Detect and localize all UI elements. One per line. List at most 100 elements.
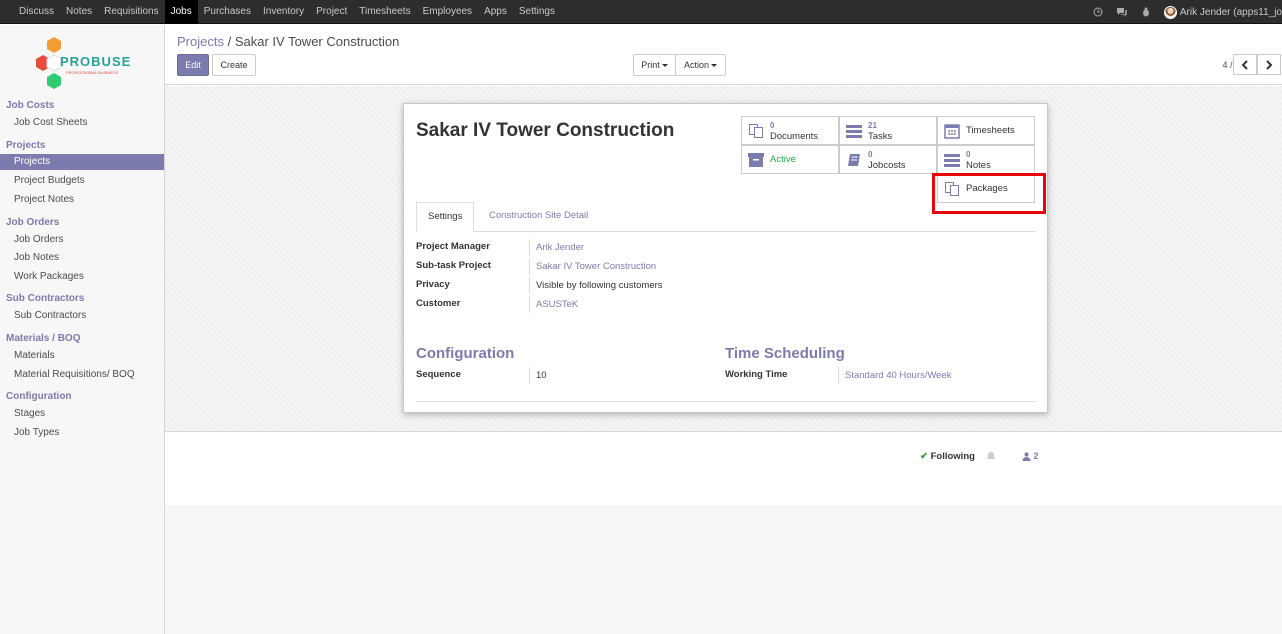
followers-button[interactable]: 2 bbox=[1022, 451, 1039, 462]
tab-settings[interactable]: Settings bbox=[416, 202, 475, 232]
sequence-label: Sequence bbox=[416, 369, 461, 380]
tasks-label: Tasks bbox=[868, 130, 893, 142]
subtask-project-label: Sub-task Project bbox=[416, 260, 491, 271]
sidebar-item-project-notes[interactable]: Project Notes bbox=[0, 192, 164, 208]
notes-button[interactable]: 0 Notes bbox=[937, 145, 1035, 174]
jobcosts-count: 0 bbox=[868, 149, 873, 159]
action-label: Action bbox=[683, 60, 709, 70]
active-toggle-button[interactable]: Active bbox=[741, 145, 839, 174]
customer-label: Customer bbox=[416, 298, 461, 309]
pager-next-button[interactable] bbox=[1257, 54, 1281, 75]
sidebar-group-job-orders: Job Orders bbox=[6, 217, 60, 228]
jobcosts-label: Jobcosts bbox=[868, 159, 906, 171]
documents-button[interactable]: 0 Documents bbox=[741, 116, 839, 145]
field-separator bbox=[529, 367, 530, 384]
menu-inventory[interactable]: Inventory bbox=[257, 0, 310, 24]
pager-previous-button[interactable] bbox=[1233, 54, 1257, 75]
caret-down-icon bbox=[711, 64, 717, 68]
privacy-label: Privacy bbox=[416, 279, 450, 290]
notebook-tabs: Settings Construction Site Detail bbox=[416, 202, 1036, 232]
tab-construction-site-detail[interactable]: Construction Site Detail bbox=[478, 202, 599, 232]
tasks-count: 21 bbox=[868, 120, 877, 130]
form-sheet: Sakar IV Tower Construction 0 Documents 2… bbox=[403, 103, 1048, 413]
project-manager-label: Project Manager bbox=[416, 241, 490, 252]
systray: Arik Jender (apps11_jo bbox=[1092, 0, 1282, 24]
user-icon bbox=[1022, 452, 1031, 462]
field-separator bbox=[529, 296, 530, 313]
caret-down-icon bbox=[661, 64, 668, 68]
breadcrumb: Projects / Sakar IV Tower Construction bbox=[177, 34, 399, 49]
field-separator bbox=[838, 367, 839, 384]
edit-button[interactable]: Edit bbox=[177, 54, 209, 76]
chatter bbox=[165, 433, 1282, 505]
action-dropdown[interactable]: Action bbox=[675, 54, 726, 76]
sidebar-item-job-orders[interactable]: Job Orders bbox=[0, 232, 164, 248]
sidebar-group-materials-boq: Materials / BOQ bbox=[6, 333, 81, 344]
time-scheduling-title: Time Scheduling bbox=[725, 345, 845, 362]
configuration-title: Configuration bbox=[416, 345, 515, 362]
clock-icon[interactable] bbox=[1092, 6, 1104, 18]
chevron-right-icon bbox=[1266, 59, 1273, 70]
record-title: Sakar IV Tower Construction bbox=[416, 120, 675, 141]
subtask-project-value[interactable]: Sakar IV Tower Construction bbox=[536, 261, 656, 272]
notes-label: Notes bbox=[966, 159, 991, 171]
sidebar-item-job-cost-sheets[interactable]: Job Cost Sheets bbox=[0, 115, 164, 131]
field-separator bbox=[529, 258, 530, 275]
sidebar-group-projects: Projects bbox=[6, 140, 46, 151]
menu-notes[interactable]: Notes bbox=[60, 0, 98, 24]
user-avatar[interactable] bbox=[1163, 5, 1177, 19]
sidebar-item-stages[interactable]: Stages bbox=[0, 406, 164, 422]
check-icon: ✔ bbox=[920, 451, 928, 462]
privacy-value: Visible by following customers bbox=[536, 280, 663, 291]
menu-jobs[interactable]: Jobs bbox=[164, 0, 198, 24]
field-separator bbox=[529, 277, 530, 294]
user-name[interactable]: Arik Jender (apps11_jo bbox=[1180, 7, 1282, 18]
following-button[interactable]: ✔ Following bbox=[920, 451, 996, 462]
menu-project[interactable]: Project bbox=[310, 0, 353, 24]
sidebar-group-job-costs: Job Costs bbox=[6, 100, 55, 111]
menu-settings[interactable]: Settings bbox=[513, 0, 561, 24]
breadcrumb-separator: / bbox=[227, 34, 232, 49]
archive-icon bbox=[748, 152, 764, 168]
breadcrumb-projects[interactable]: Projects bbox=[177, 34, 224, 49]
print-label: Print bbox=[641, 60, 660, 70]
menu-timesheets[interactable]: Timesheets bbox=[353, 0, 416, 24]
top-navbar: Discuss Notes Requisitions Jobs Purchase… bbox=[0, 0, 1282, 24]
sidebar-item-job-notes[interactable]: Job Notes bbox=[0, 250, 164, 266]
sidebar-item-projects[interactable]: Projects bbox=[0, 154, 164, 170]
menu-employees[interactable]: Employees bbox=[417, 0, 478, 24]
tasks-icon bbox=[846, 123, 862, 139]
timesheets-button[interactable]: Timesheets bbox=[937, 116, 1035, 145]
sidebar-group-sub-contractors: Sub Contractors bbox=[6, 293, 85, 304]
control-panel: Projects / Sakar IV Tower Construction E… bbox=[165, 25, 1282, 85]
working-time-value[interactable]: Standard 40 Hours/Week bbox=[845, 370, 952, 381]
bell-icon[interactable] bbox=[986, 451, 996, 461]
sidebar-item-material-requisitions[interactable]: Material Requisitions/ BOQ bbox=[0, 367, 164, 383]
chat-icon[interactable] bbox=[1116, 6, 1128, 18]
create-button[interactable]: Create bbox=[212, 54, 256, 76]
menu-requisitions[interactable]: Requisitions bbox=[98, 0, 164, 24]
following-label: Following bbox=[930, 451, 975, 462]
jobcosts-button[interactable]: 0 Jobcosts bbox=[839, 145, 937, 174]
menu-purchases[interactable]: Purchases bbox=[198, 0, 257, 24]
sidebar-item-project-budgets[interactable]: Project Budgets bbox=[0, 173, 164, 189]
print-dropdown[interactable]: Print bbox=[633, 54, 676, 76]
sidebar-item-sub-contractors[interactable]: Sub Contractors bbox=[0, 308, 164, 324]
menu-apps[interactable]: Apps bbox=[478, 0, 513, 24]
sidebar-item-work-packages[interactable]: Work Packages bbox=[0, 269, 164, 285]
sheet-bottom-divider bbox=[416, 401, 1036, 402]
sidebar-item-job-types[interactable]: Job Types bbox=[0, 425, 164, 441]
customer-value[interactable]: ASUSTeK bbox=[536, 299, 578, 310]
menu-discuss[interactable]: Discuss bbox=[13, 0, 60, 24]
sidebar-item-materials[interactable]: Materials bbox=[0, 348, 164, 364]
followers-count: 2 bbox=[1033, 451, 1039, 461]
svg-text:PROBUSE: PROBUSE bbox=[60, 54, 131, 69]
chevron-left-icon bbox=[1241, 59, 1248, 70]
book-icon bbox=[846, 152, 862, 168]
project-manager-value[interactable]: Arik Jender bbox=[536, 242, 584, 253]
documents-label: Documents bbox=[770, 130, 819, 142]
documents-count: 0 bbox=[770, 120, 775, 130]
bug-icon[interactable] bbox=[1140, 6, 1152, 18]
tasks-button[interactable]: 21 Tasks bbox=[839, 116, 937, 145]
calendar-icon bbox=[944, 123, 960, 139]
